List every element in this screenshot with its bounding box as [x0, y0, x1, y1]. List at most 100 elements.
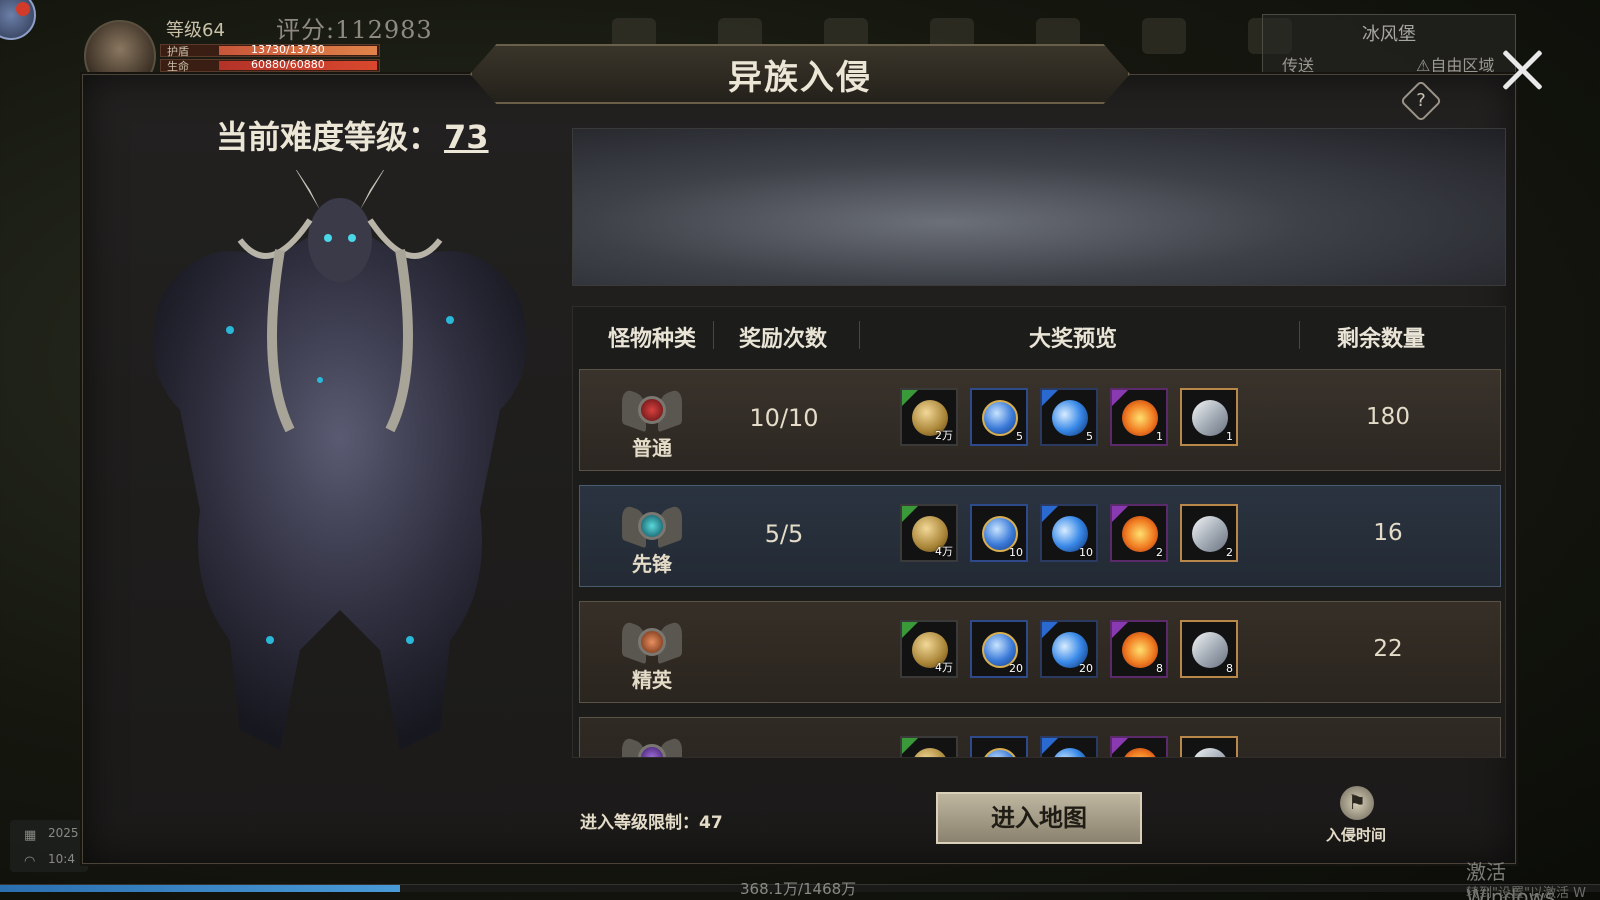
item-qty: 10 — [1009, 546, 1023, 559]
item-qty: 5 — [1016, 430, 1023, 443]
reward-item[interactable]: 2 — [1110, 504, 1168, 562]
table-row-vanguard[interactable]: 先锋 5/5 4万 10 10 2 2 16 — [579, 485, 1501, 587]
table-row-normal[interactable]: 普通 10/10 2万 5 5 1 1 180 — [579, 369, 1501, 471]
teleport-button[interactable]: 传送 — [1282, 52, 1314, 76]
reward-item[interactable]: 20 — [970, 620, 1028, 678]
exp-text: 368.1万/1468万 — [740, 880, 857, 898]
reward-item[interactable]: 10 — [970, 504, 1028, 562]
table-row-partial[interactable] — [579, 717, 1501, 757]
item-qty: 20 — [1009, 662, 1023, 675]
monster-type-label: 精英 — [632, 668, 672, 692]
flag-icon — [1340, 786, 1374, 820]
elite-badge-icon — [622, 616, 682, 666]
reward-item[interactable] — [970, 736, 1028, 757]
reward-item[interactable]: 20 — [1040, 620, 1098, 678]
monster-type-label: 先锋 — [632, 552, 672, 576]
remaining-count: 16 — [1373, 520, 1403, 546]
blue-bubbles-icon — [1052, 400, 1088, 436]
reward-item[interactable] — [1180, 736, 1238, 757]
remaining-count: 180 — [1366, 404, 1410, 430]
header-divider — [1299, 321, 1300, 349]
remaining-count: 22 — [1373, 636, 1403, 662]
dialog-title: 异族入侵 — [728, 58, 872, 98]
header-reward-count: 奖励次数 — [738, 327, 827, 352]
prize-list: 4万 10 10 2 2 — [900, 504, 1238, 562]
monster-portrait — [153, 170, 527, 750]
header-divider — [859, 321, 860, 349]
table-header: 怪物种类 奖励次数 大奖预览 剩余数量 — [573, 307, 1505, 367]
hp-value: 60880/60880 — [251, 58, 325, 71]
item-qty: 2 — [1226, 546, 1233, 559]
invasion-time-label: 入侵时间 — [1325, 826, 1386, 844]
crystal-icon — [1192, 748, 1228, 757]
crystal-icon — [1192, 516, 1228, 552]
reward-item[interactable]: 8 — [1180, 620, 1238, 678]
header-monster-type: 怪物种类 — [607, 327, 696, 352]
reward-item[interactable] — [900, 736, 958, 757]
reward-item[interactable]: 8 — [1110, 620, 1168, 678]
reward-item[interactable]: 5 — [970, 388, 1028, 446]
blue-orb-icon — [982, 748, 1018, 757]
crystal-icon — [1192, 632, 1228, 668]
reward-item[interactable]: 10 — [1040, 504, 1098, 562]
item-qty: 1 — [1226, 430, 1233, 443]
boss-badge-icon — [622, 732, 682, 757]
prize-list: 4万 20 20 8 8 — [900, 620, 1238, 678]
reward-item[interactable]: 2万 — [900, 388, 958, 446]
item-qty: 2 — [1156, 546, 1163, 559]
time-text: 10:4 — [48, 852, 75, 866]
table-row-elite[interactable]: 精英 4万 20 20 8 8 22 — [579, 601, 1501, 703]
item-qty: 4万 — [935, 545, 953, 558]
reward-item[interactable]: 5 — [1040, 388, 1098, 446]
map-banner-image — [572, 128, 1506, 286]
item-qty: 20 — [1079, 662, 1093, 675]
reward-count: 10/10 — [749, 404, 819, 432]
reward-count: 5/5 — [764, 520, 804, 548]
enter-map-button[interactable]: 进入地图 — [936, 792, 1142, 844]
hp-bar: 生命 60880/60880 — [160, 58, 380, 73]
exp-bar-fill — [0, 885, 400, 892]
header-remaining: 剩余数量 — [1336, 327, 1425, 352]
map-name: 冰风堡 — [1362, 24, 1416, 45]
reward-item[interactable]: 1 — [1110, 388, 1168, 446]
vanguard-badge-icon — [622, 500, 682, 550]
shield-label: 护盾 — [167, 45, 189, 58]
toolbar-icon[interactable] — [1142, 18, 1186, 54]
header-prize-preview: 大奖预览 — [1028, 327, 1117, 352]
difficulty-value: 73 — [444, 118, 489, 156]
difficulty-label: 当前难度等级： — [216, 118, 441, 156]
player-score: 评分:112983 — [276, 16, 433, 44]
prize-list: 2万 5 5 1 1 — [900, 388, 1238, 446]
item-qty: 8 — [1226, 662, 1233, 675]
item-qty: 1 — [1156, 430, 1163, 443]
player-level: 等级64 — [166, 20, 225, 41]
hp-label: 生命 — [167, 60, 189, 73]
help-icon: ? — [1416, 90, 1426, 111]
reward-item[interactable] — [1040, 736, 1098, 757]
monster-type-label: 普通 — [632, 436, 672, 460]
reward-table: 怪物种类 奖励次数 大奖预览 剩余数量 普通 10/10 2万 5 5 1 1 … — [572, 306, 1506, 758]
close-button[interactable] — [1494, 42, 1550, 98]
reward-item[interactable] — [1110, 736, 1168, 757]
item-qty: 2万 — [935, 429, 953, 442]
reward-item[interactable]: 4万 — [900, 504, 958, 562]
blue-orb-icon — [982, 400, 1018, 436]
reward-item[interactable]: 4万 — [900, 620, 958, 678]
reward-item[interactable]: 1 — [1180, 388, 1238, 446]
date-text: 2025 — [48, 826, 79, 840]
normal-badge-icon — [622, 384, 682, 434]
calendar-icon: ▦ — [24, 828, 37, 843]
shield-value: 13730/13730 — [251, 43, 325, 56]
wifi-icon: ◠ — [24, 854, 36, 869]
item-qty: 4万 — [935, 661, 953, 674]
windows-activation-subtext: 转到"设置"以激活 W — [1466, 886, 1586, 900]
invasion-time-button[interactable]: 入侵时间 — [1316, 786, 1396, 846]
prize-list — [900, 736, 1238, 757]
reward-item[interactable]: 2 — [1180, 504, 1238, 562]
header-divider — [713, 321, 714, 349]
zone-label: ⚠自由区域 — [1416, 56, 1495, 75]
item-qty: 10 — [1079, 546, 1093, 559]
crystal-icon — [1192, 400, 1228, 436]
item-qty: 5 — [1086, 430, 1093, 443]
notification-dot — [16, 2, 30, 16]
